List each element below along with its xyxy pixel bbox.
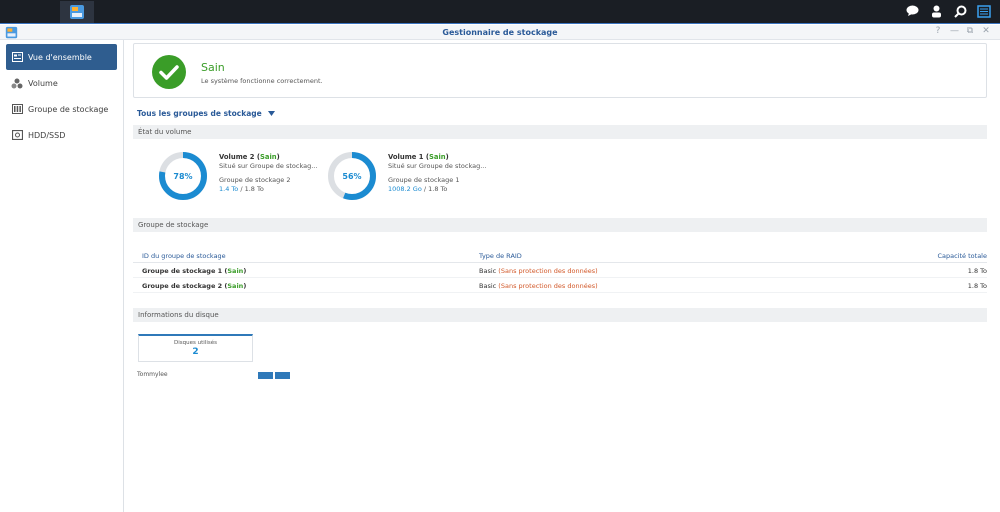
disk-slot[interactable]	[275, 372, 290, 379]
window-title: Gestionnaire de stockage	[442, 28, 558, 37]
disk-slot[interactable]	[258, 372, 273, 379]
pool-status: Sain	[227, 282, 244, 290]
raid-type: Basic	[479, 282, 497, 290]
volume-card[interactable]: 56% Volume 1 (Sain) Situé sur Groupe de …	[326, 150, 496, 202]
check-icon	[152, 55, 186, 89]
raid-note: Sans protection des données	[500, 282, 596, 290]
section-volume-state: État du volume	[133, 125, 987, 139]
minimize-button[interactable]: —	[950, 26, 959, 36]
pool-capacity: 1.8 To	[967, 282, 987, 290]
sidebar: Vue d'ensemble Volume Groupe de stockage…	[0, 40, 124, 512]
help-button[interactable]: ?	[934, 26, 942, 36]
status-title: Sain	[201, 61, 225, 74]
volume-usage-percent: 56%	[342, 171, 362, 181]
user-icon[interactable]	[928, 3, 944, 19]
column-header-capacity[interactable]: Capacité totale	[938, 252, 988, 260]
volume-usage-percent: 78%	[173, 171, 193, 181]
table-row[interactable]: Groupe de stockage 2 (Sain) Basic (Sans …	[133, 278, 987, 293]
hdd-icon	[11, 129, 23, 141]
disks-used-card[interactable]: Disques utilisés 2	[138, 334, 253, 362]
taskbar	[0, 0, 1000, 281]
pool-name: Groupe de stockage 1	[142, 267, 223, 275]
volume-used: 1.4 To	[219, 185, 239, 193]
close-button[interactable]: ✕	[982, 26, 990, 36]
sidebar-item-label: Groupe de stockage	[28, 104, 109, 114]
volume-location: Situé sur Groupe de stockag...	[219, 162, 318, 170]
column-header-pool-id[interactable]: ID du groupe de stockage	[142, 252, 226, 260]
chat-icon[interactable]	[904, 3, 920, 19]
storage-manager-icon	[70, 5, 84, 19]
volume-pool: Groupe de stockage 2	[219, 176, 291, 184]
section-storage-pool: Groupe de stockage	[133, 218, 987, 232]
section-disk-info: Informations du disque	[133, 308, 987, 322]
storage-pool-filter-dropdown[interactable]: Tous les groupes de stockage	[137, 109, 275, 118]
overview-icon	[11, 51, 23, 63]
raid-type: Basic	[479, 267, 497, 275]
sidebar-item-label: Volume	[28, 78, 58, 88]
volume-status: Sain	[260, 153, 277, 161]
search-icon[interactable]	[952, 3, 968, 19]
host-name: Tommylee	[137, 371, 168, 378]
disk-slots	[258, 372, 290, 379]
caret-down-icon	[267, 109, 275, 118]
volume-icon	[11, 77, 23, 89]
window-titlebar[interactable]: Gestionnaire de stockage ? — ⧉ ✕	[0, 25, 1000, 40]
volume-name: Volume 2	[219, 153, 255, 161]
system-status-card: Sain Le système fonctionne correctement.	[133, 43, 987, 98]
volume-status: Sain	[429, 153, 446, 161]
volume-used: 1008.2 Go	[388, 185, 422, 193]
table-row[interactable]: Groupe de stockage 1 (Sain) Basic (Sans …	[133, 263, 987, 278]
main-content: Sain Le système fonctionne correctement.…	[124, 40, 1000, 512]
volume-total: 1.8 To	[244, 185, 264, 193]
column-header-raid-type[interactable]: Type de RAID	[479, 252, 522, 260]
restore-button[interactable]: ⧉	[966, 26, 974, 36]
sidebar-item-hdd-ssd[interactable]: HDD/SSD	[6, 122, 117, 148]
volume-name: Volume 1	[388, 153, 424, 161]
volume-total: 1.8 To	[428, 185, 448, 193]
sidebar-item-label: Vue d'ensemble	[28, 52, 92, 62]
storage-manager-taskbar-button[interactable]	[60, 1, 94, 23]
sidebar-item-volume[interactable]: Volume	[6, 70, 117, 96]
storage-pool-table: ID du groupe de stockage Type de RAID Ca…	[133, 248, 987, 293]
sidebar-item-storage-pool[interactable]: Groupe de stockage	[6, 96, 117, 122]
raid-note: Sans protection des données	[500, 267, 596, 275]
storage-pool-icon	[11, 103, 23, 115]
sidebar-item-overview[interactable]: Vue d'ensemble	[6, 44, 117, 70]
disks-used-count: 2	[192, 347, 199, 357]
table-header: ID du groupe de stockage Type de RAID Ca…	[133, 248, 987, 263]
disks-used-label: Disques utilisés	[174, 340, 217, 346]
volume-pool: Groupe de stockage 1	[388, 176, 460, 184]
sidebar-item-label: HDD/SSD	[28, 130, 66, 140]
pool-name: Groupe de stockage 2	[142, 282, 223, 290]
pool-capacity: 1.8 To	[967, 267, 987, 275]
filter-label: Tous les groupes de stockage	[137, 109, 262, 118]
pool-status: Sain	[227, 267, 244, 275]
status-subtitle: Le système fonctionne correctement.	[201, 77, 323, 85]
volume-location: Situé sur Groupe de stockag...	[388, 162, 487, 170]
widgets-icon[interactable]	[976, 3, 992, 19]
volume-card[interactable]: 78% Volume 2 (Sain) Situé sur Groupe de …	[157, 150, 327, 202]
